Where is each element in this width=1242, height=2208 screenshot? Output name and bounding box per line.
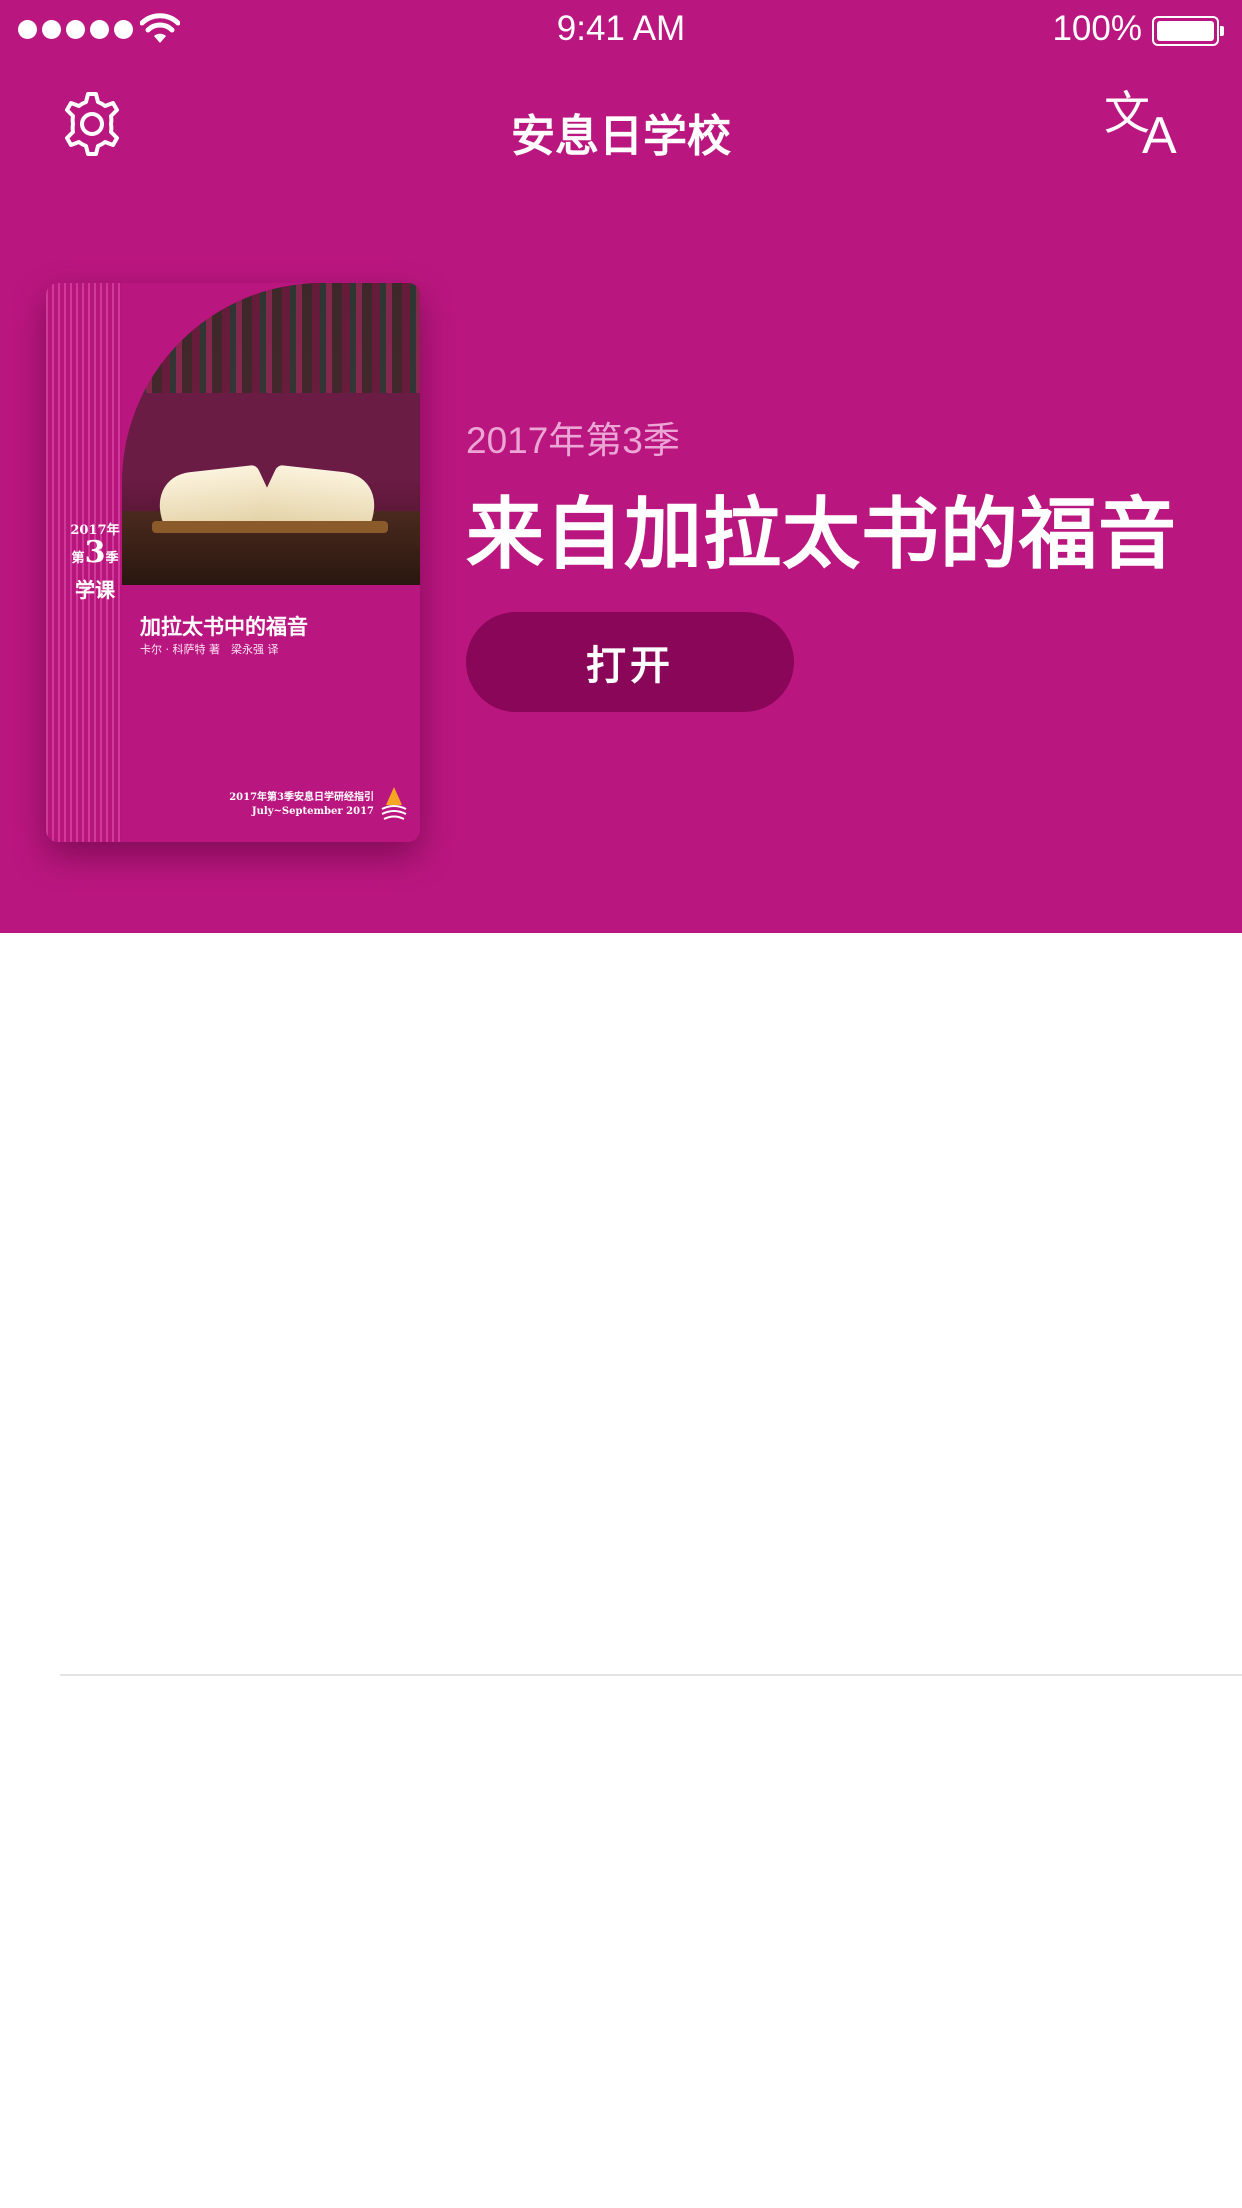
open-button[interactable]: 打开	[466, 612, 794, 712]
translate-icon-letter: A	[1142, 107, 1177, 165]
battery-icon	[1152, 16, 1224, 46]
nav-title: 安息日学校	[511, 111, 731, 162]
battery-percent: 100%	[1052, 9, 1142, 48]
cover-author: 卡尔 · 科萨特 著 梁永强 译	[140, 643, 279, 656]
status-bar: 9:41 AM 100%	[0, 0, 1242, 60]
cover-photo	[122, 283, 420, 585]
cover-quarter-block: 2017年 第3季 学课	[70, 523, 120, 602]
cover-title: 加拉太书中的福音	[140, 615, 308, 639]
hero-header: 9:41 AM 100% 安息日学校 文 A 2017年 第3季 学课 加拉太书…	[0, 0, 1242, 933]
adventist-logo-icon	[381, 787, 407, 820]
translate-button[interactable]: 文 A	[1100, 86, 1190, 166]
lesson-cover-image[interactable]: 2017年 第3季 学课 加拉太书中的福音 卡尔 · 科萨特 著 梁永强 译 2…	[46, 283, 420, 842]
list-separator	[60, 1674, 1242, 1676]
quarter-label: 2017年第3季	[466, 420, 680, 461]
cover-footer: 2017年第3季安息日学研经指引 July~September 2017	[229, 792, 374, 817]
lesson-title: 来自加拉太书的福音	[466, 490, 1178, 580]
